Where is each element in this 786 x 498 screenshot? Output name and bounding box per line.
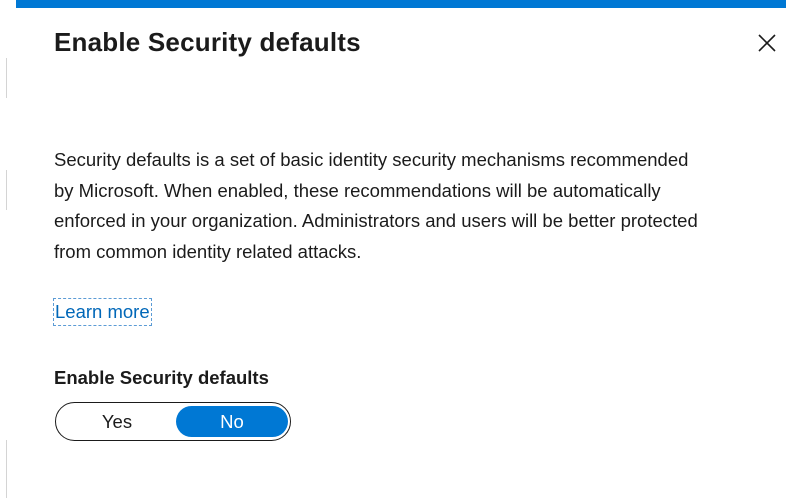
dialog-frame: Enable Security defaults Security defaul… bbox=[0, 0, 786, 498]
toggle-option-no[interactable]: No bbox=[176, 406, 288, 437]
panel-title: Enable Security defaults bbox=[54, 27, 361, 57]
enable-security-defaults-toggle[interactable]: Yes No bbox=[55, 402, 291, 441]
learn-more-link[interactable]: Learn more bbox=[53, 298, 152, 326]
background-divider bbox=[6, 58, 7, 98]
background-divider bbox=[6, 170, 7, 210]
close-icon bbox=[758, 34, 776, 52]
toggle-option-yes[interactable]: Yes bbox=[58, 406, 176, 437]
background-divider bbox=[6, 440, 7, 498]
security-defaults-panel: Enable Security defaults Security defaul… bbox=[16, 8, 786, 498]
panel-description: Security defaults is a set of basic iden… bbox=[54, 149, 698, 262]
background-page-edge bbox=[0, 0, 16, 498]
panel-accent-bar bbox=[16, 0, 786, 8]
setting-label: Enable Security defaults bbox=[54, 367, 269, 388]
close-button[interactable] bbox=[754, 30, 780, 56]
